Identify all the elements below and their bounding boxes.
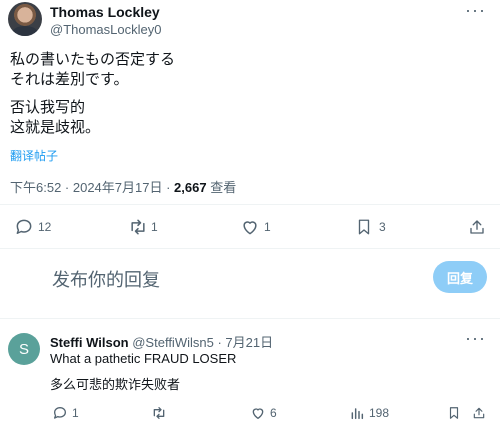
reply-date[interactable]: · 7月21日 — [214, 335, 273, 350]
reply-count: 12 — [38, 220, 52, 234]
reply-more-options-icon[interactable]: ··· — [465, 328, 486, 349]
share-action[interactable] — [468, 217, 486, 237]
tweet-text-jp-line2: それは差別です。 — [10, 71, 129, 88]
tweet-timestamp[interactable]: 下午6:52 · 2024年7月17日 · — [10, 180, 174, 195]
like-action[interactable]: 1 — [240, 217, 271, 237]
reply-header: Steffi Wilson @SteffiWilsn5 · 7月21日 — [50, 332, 273, 351]
views-label: 查看 — [206, 180, 237, 195]
share-icon — [473, 407, 485, 419]
divider — [0, 318, 500, 319]
reply-submit-button[interactable]: 回复 — [433, 261, 487, 293]
reply-bookmark-action[interactable] — [447, 405, 461, 421]
heart-icon — [243, 221, 257, 235]
analytics-icon — [351, 408, 364, 420]
author-handle[interactable]: @ThomasLockley0 — [50, 22, 161, 37]
reply-reply-action[interactable]: 1 — [52, 405, 79, 421]
reply-composer-input[interactable]: 发布你的回复 — [52, 266, 160, 292]
share-icon — [470, 220, 484, 234]
reply-repost-action[interactable] — [150, 405, 168, 421]
reply-views-action[interactable]: 198 — [349, 405, 389, 421]
reply-text-cn: 多么可悲的欺诈失败者 — [50, 377, 181, 392]
reply-like-action[interactable]: 6 — [250, 405, 277, 421]
repost-count: 1 — [151, 220, 158, 234]
bookmark-count: 3 — [379, 220, 386, 234]
reply-author-name[interactable]: Steffi Wilson — [50, 335, 129, 350]
divider — [0, 248, 500, 249]
reply-text-en: What a pathetic FRAUD LOSER — [50, 351, 237, 366]
like-count: 1 — [264, 220, 271, 234]
repost-icon — [153, 407, 165, 419]
divider — [0, 204, 500, 205]
tweet-meta: 下午6:52 · 2024年7月17日 · 2,667 查看 — [10, 177, 236, 196]
views-count: 2,667 — [174, 180, 207, 195]
bookmark-action[interactable]: 3 — [355, 217, 386, 237]
reply-share-action[interactable] — [472, 405, 486, 421]
tweet-text-jp-line1: 私の書いたもの否定する — [10, 51, 176, 68]
reply-views-count: 198 — [369, 406, 390, 420]
reply-icon — [16, 219, 32, 234]
tweet-text-cn-line2: 这就是歧视。 — [10, 119, 101, 136]
reply-like-count: 6 — [270, 406, 277, 420]
reply-icon — [54, 407, 66, 419]
translate-post-link[interactable]: 翻译帖子 — [10, 147, 58, 164]
bookmark-icon — [358, 219, 370, 235]
reply-reply-count: 1 — [72, 406, 79, 420]
tweet-text-cn-line1: 否认我写的 — [10, 99, 86, 116]
heart-icon — [252, 408, 264, 419]
reply-action[interactable]: 12 — [14, 217, 51, 237]
author-avatar[interactable] — [8, 2, 42, 36]
reply-author-handle[interactable]: @SteffiWilsn5 — [132, 335, 214, 350]
bookmark-icon — [449, 407, 459, 419]
repost-icon — [131, 219, 145, 235]
author-name[interactable]: Thomas Lockley — [50, 4, 160, 20]
repost-action[interactable]: 1 — [127, 217, 158, 237]
reply-author-avatar[interactable]: S — [8, 333, 40, 365]
more-options-icon[interactable]: ··· — [465, 0, 486, 21]
